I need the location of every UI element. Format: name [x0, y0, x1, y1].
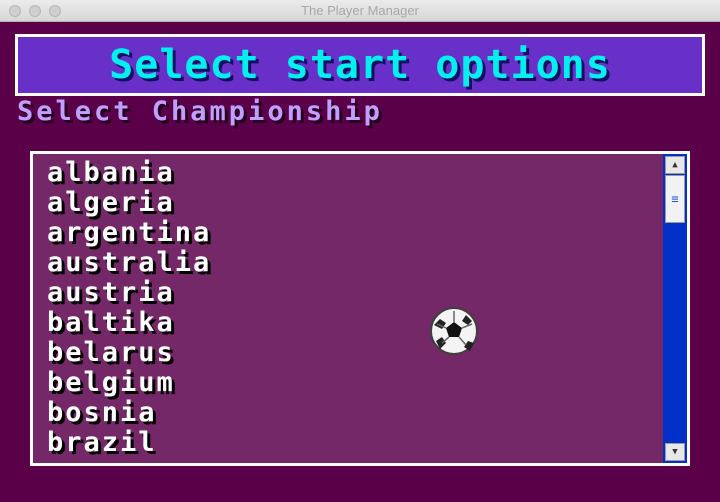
list-item[interactable]: austria	[47, 278, 211, 308]
window-title: The Player Manager	[301, 3, 419, 18]
list-scrollbar[interactable]: ▲ ≡ ▼	[663, 154, 687, 463]
scroll-up-button[interactable]: ▲	[665, 156, 685, 174]
header-banner: Select start options	[15, 34, 705, 96]
list-item[interactable]: belgium	[47, 368, 211, 398]
list-item[interactable]: argentina	[47, 218, 211, 248]
window-titlebar: The Player Manager	[0, 0, 720, 22]
page-title: Select start options	[109, 42, 611, 88]
list-item[interactable]: brazil	[47, 428, 211, 458]
list-item[interactable]: algeria	[47, 188, 211, 218]
championship-list[interactable]: albania algeria argentina australia aust…	[30, 151, 690, 466]
soccer-ball-icon[interactable]	[428, 305, 480, 357]
list-item[interactable]: albania	[47, 158, 211, 188]
list-item[interactable]: australia	[47, 248, 211, 278]
list-item[interactable]: belarus	[47, 338, 211, 368]
arrow-up-icon: ▲	[672, 160, 678, 170]
championship-items: albania algeria argentina australia aust…	[47, 158, 211, 458]
list-item[interactable]: baltika	[47, 308, 211, 338]
scroll-down-button[interactable]: ▼	[665, 443, 685, 461]
arrow-down-icon: ▼	[672, 447, 678, 457]
list-item[interactable]: bosnia	[47, 398, 211, 428]
scroll-thumb[interactable]: ≡	[665, 175, 685, 223]
grip-lines-icon: ≡	[671, 192, 679, 206]
section-label: Select Championship	[17, 96, 383, 127]
